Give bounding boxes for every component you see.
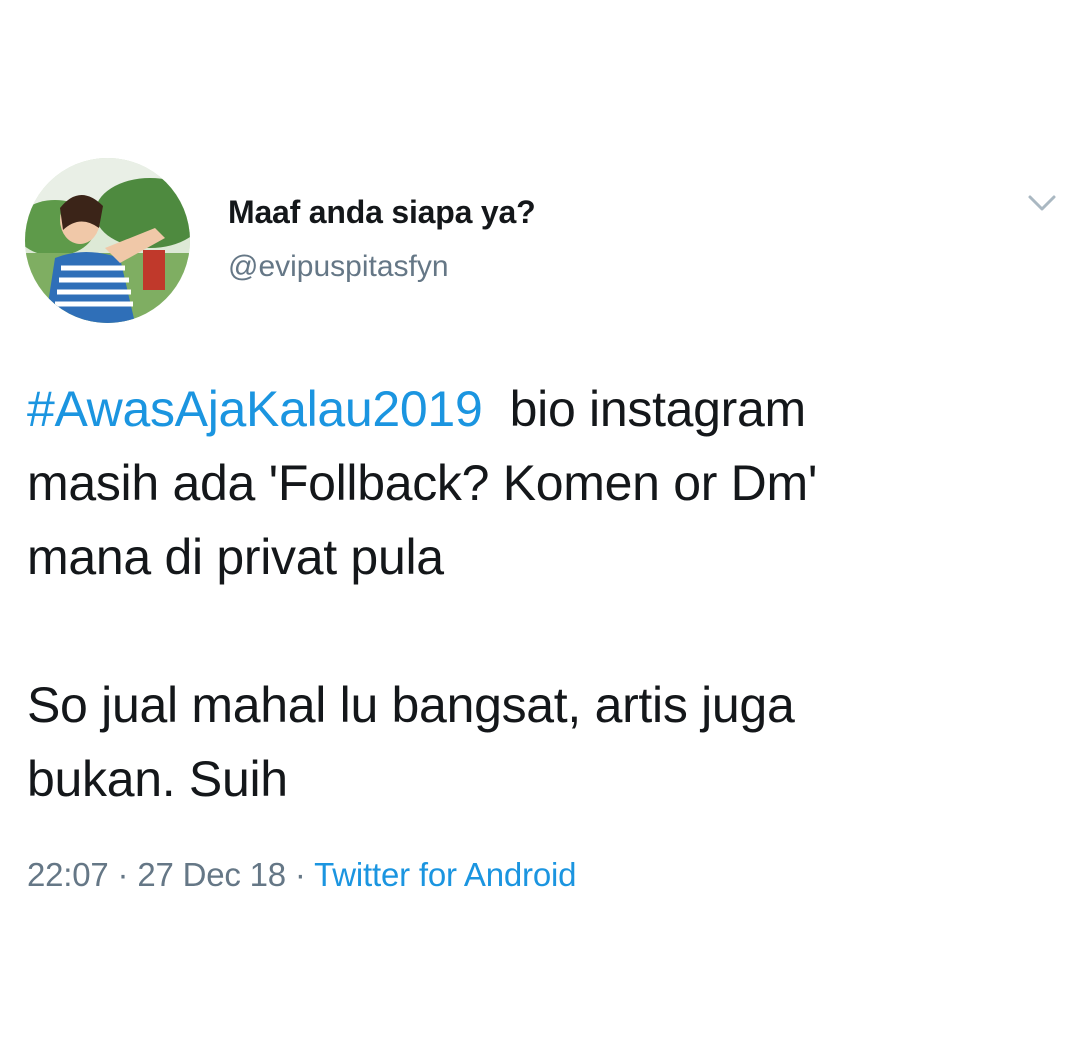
author-display-name[interactable]: Maaf anda siapa ya? [228,194,536,231]
hashtag-link[interactable]: #AwasAjaKalau2019 [27,381,483,437]
tweet-text-segment: bio instagram [482,381,807,437]
tweet-meta: 22:07 · 27 Dec 18 · Twitter for Android [27,856,576,894]
tweet-menu-button[interactable] [1022,188,1062,218]
tweet-source-link[interactable]: Twitter for Android [314,856,576,893]
tweet-card: Maaf anda siapa ya? @evipuspitasfyn #Awa… [0,0,1080,1060]
tweet-line: #AwasAjaKalau2019 bio instagram [27,372,1057,446]
chevron-down-icon [1028,195,1056,211]
tweet-text: #AwasAjaKalau2019 bio instagram masih ad… [27,372,1057,816]
tweet-line: So jual mahal lu bangsat, artis juga [27,677,795,733]
tweet-line: bukan. Suih [27,751,288,807]
author-handle[interactable]: @evipuspitasfyn [228,250,449,284]
avatar[interactable] [25,158,190,323]
tweet-time[interactable]: 22:07 [27,856,109,893]
tweet-line: masih ada 'Follback? Komen or Dm' [27,455,818,511]
tweet-line: mana di privat pula [27,529,444,585]
meta-separator: · [285,856,315,893]
profile-photo-icon [25,158,190,323]
meta-separator: · [108,856,138,893]
tweet-date[interactable]: 27 Dec 18 [137,856,286,893]
